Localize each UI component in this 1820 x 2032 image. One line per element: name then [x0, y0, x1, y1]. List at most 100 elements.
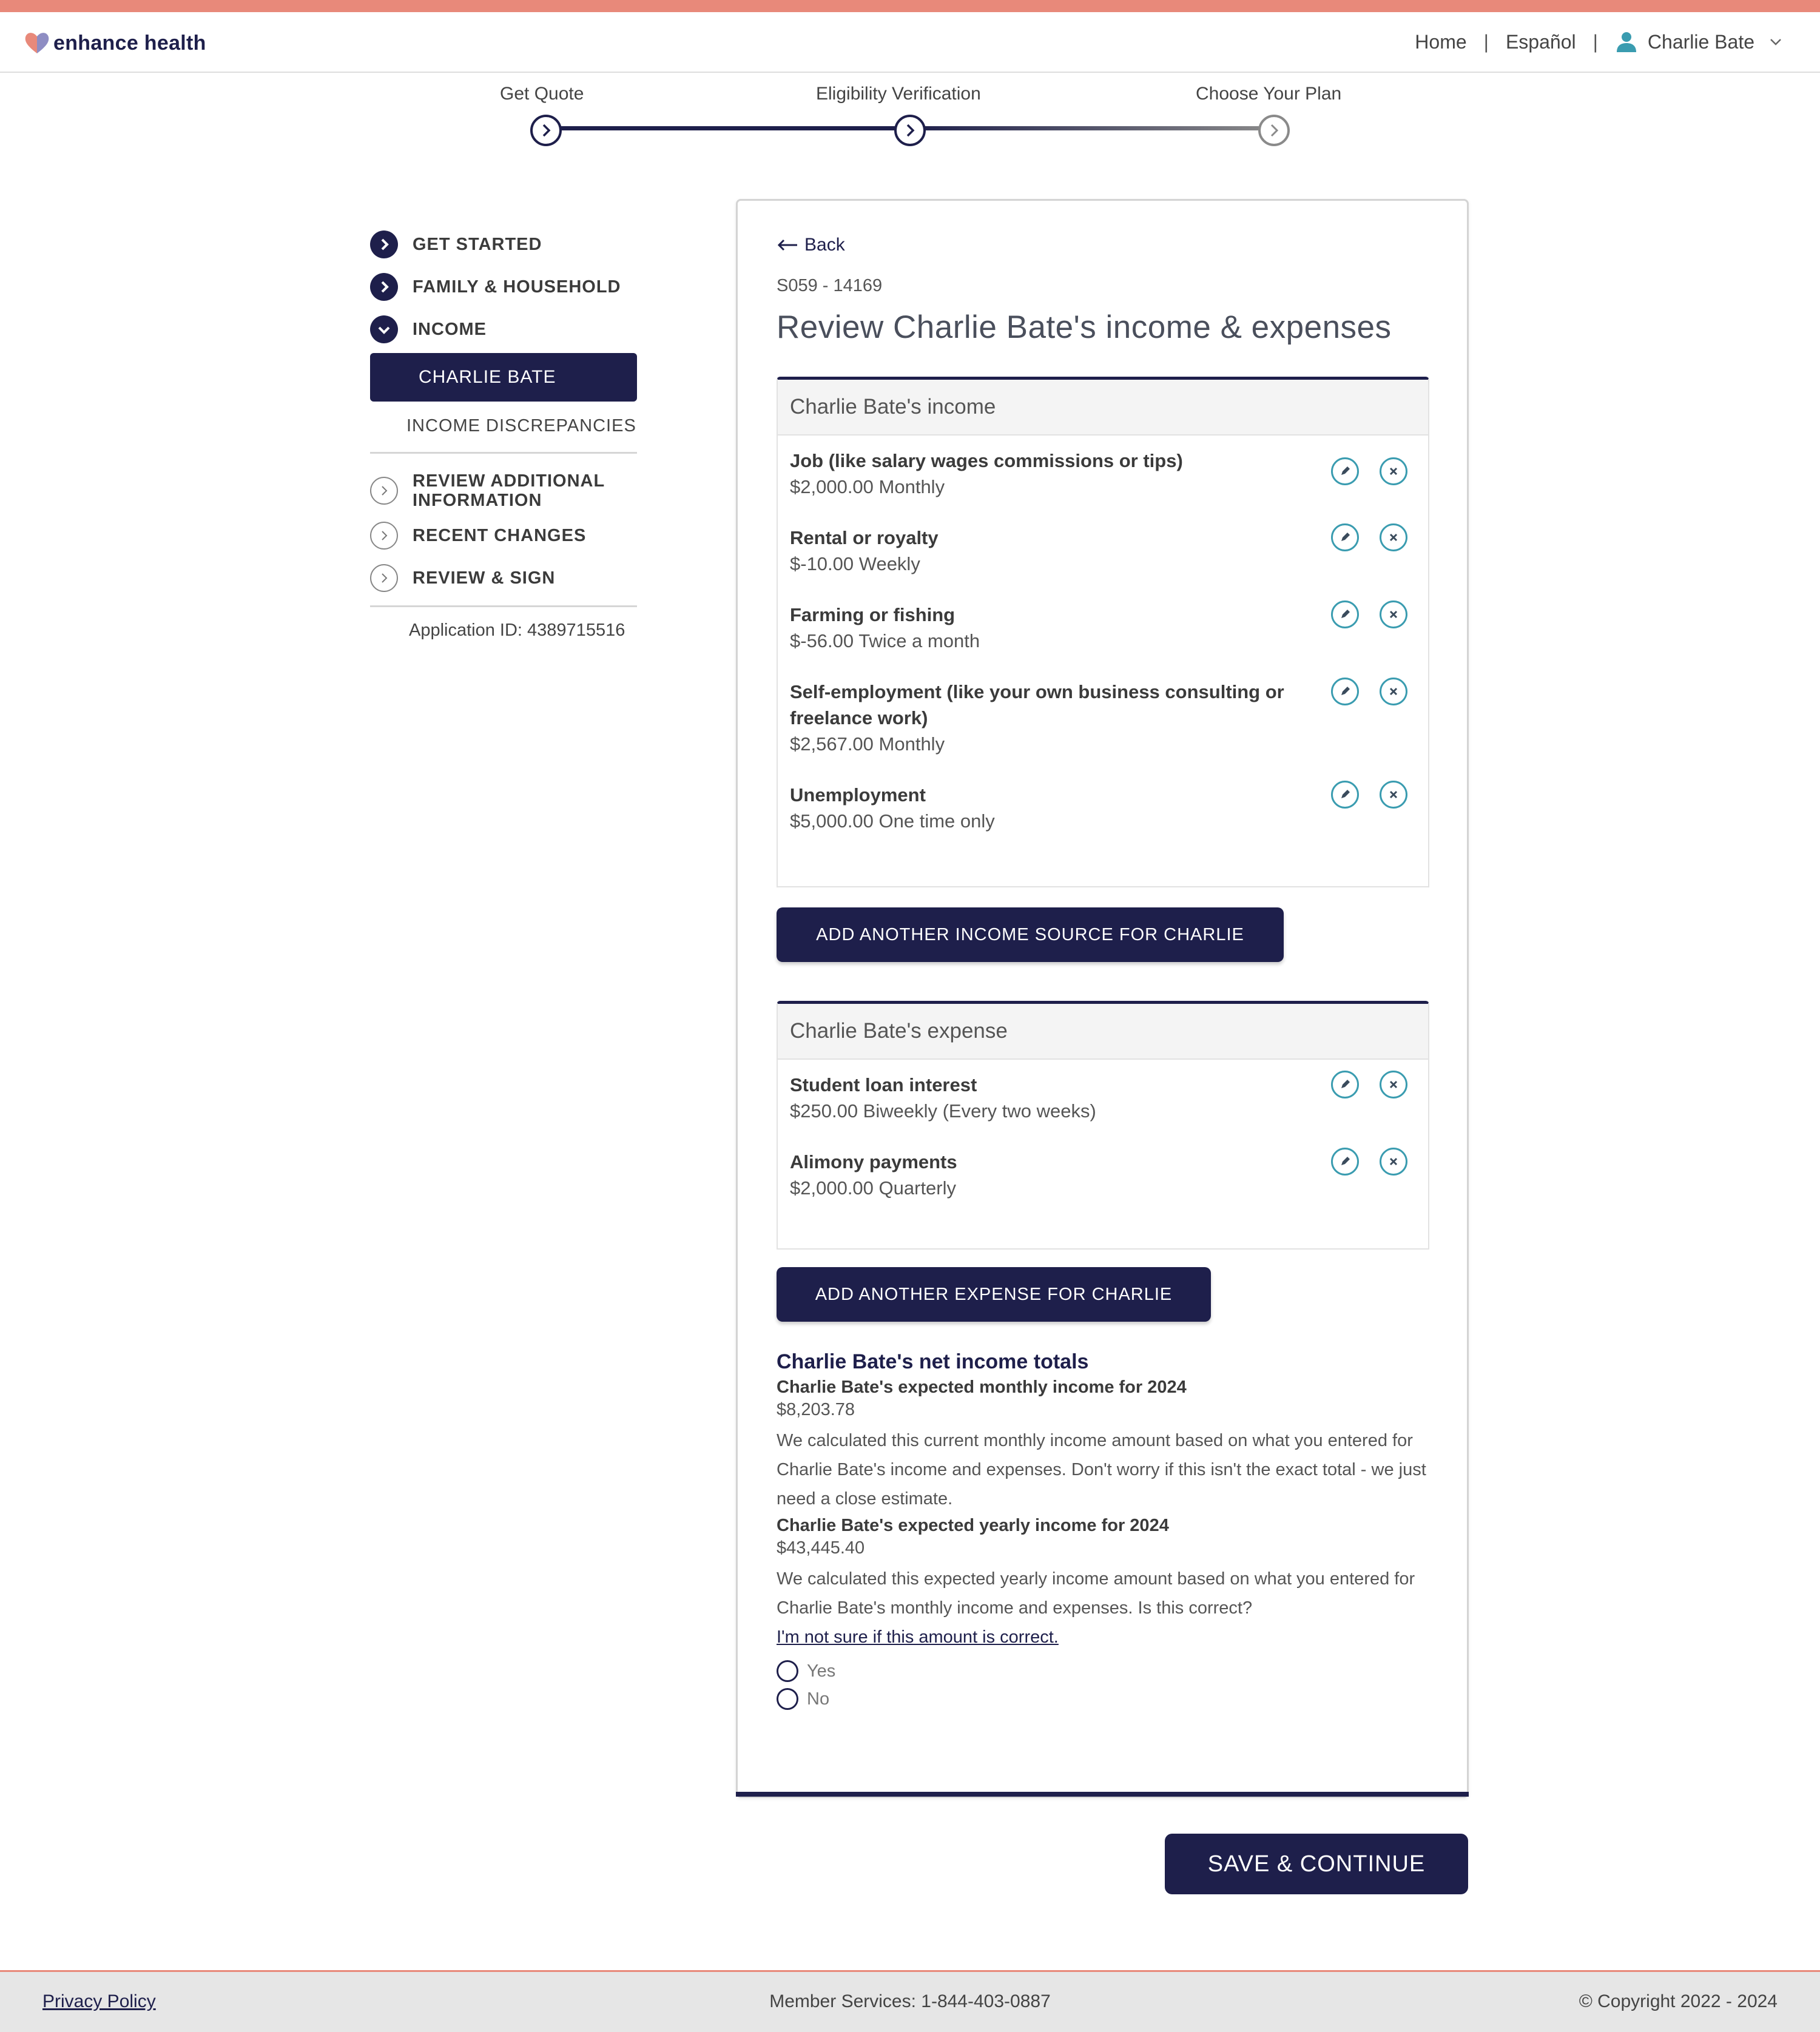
pencil-icon — [1341, 1080, 1350, 1088]
add-income-button[interactable]: ADD ANOTHER INCOME SOURCE FOR CHARLIE — [777, 907, 1284, 962]
chevron-right-icon — [370, 230, 398, 258]
brand-logo[interactable]: enhance health — [23, 29, 206, 57]
income-row: Farming or fishing $-56.00 Twice a month — [778, 601, 1428, 654]
expense-type: Student loan interest — [790, 1074, 977, 1095]
close-icon — [1389, 467, 1398, 476]
edit-button[interactable] — [1331, 601, 1359, 628]
sidebar-divider — [370, 452, 637, 454]
radio-yes[interactable]: Yes — [777, 1660, 1429, 1682]
sidebar-subitem-charlie-bate[interactable]: CHARLIE BATE — [370, 353, 637, 402]
back-label: Back — [804, 235, 845, 255]
nav-home-link[interactable]: Home — [1415, 31, 1466, 53]
nav-separator: | — [1592, 30, 1598, 53]
sidebar-item-recent-changes[interactable]: RECENT CHANGES — [370, 520, 637, 551]
nav-language-link[interactable]: Español — [1506, 31, 1576, 53]
user-name: Charlie Bate — [1647, 30, 1754, 53]
close-icon — [1389, 790, 1398, 799]
arrow-left-icon — [777, 239, 797, 251]
privacy-policy-link[interactable]: Privacy Policy — [42, 1991, 156, 2012]
heart-logo-icon — [25, 33, 49, 53]
delete-button[interactable] — [1380, 1071, 1407, 1098]
close-icon — [1389, 1080, 1398, 1089]
edit-button[interactable] — [1331, 1071, 1359, 1098]
chevron-right-icon — [370, 522, 398, 550]
application-sidebar: GET STARTED FAMILY & HOUSEHOLD INCOME CH… — [370, 229, 637, 641]
save-continue-button[interactable]: SAVE & CONTINUE — [1165, 1834, 1468, 1894]
pencil-icon — [1341, 533, 1350, 541]
sidebar-item-label: RECENT CHANGES — [413, 526, 587, 545]
unsure-amount-link[interactable]: I'm not sure if this amount is correct. — [777, 1627, 1059, 1647]
step-label-choose-plan: Choose Your Plan — [1196, 84, 1342, 104]
yearly-income-label: Charlie Bate's expected yearly income fo… — [777, 1516, 1169, 1535]
expense-amount: $2,000.00 Quarterly — [790, 1177, 957, 1199]
step-choose-plan[interactable] — [1258, 115, 1290, 146]
application-id: Application ID: 4389715516 — [409, 621, 625, 640]
sidebar-item-get-started[interactable]: GET STARTED — [370, 229, 637, 260]
sidebar-item-income[interactable]: INCOME — [370, 314, 637, 345]
delete-button[interactable] — [1380, 781, 1407, 809]
sidebar-item-review-additional[interactable]: REVIEW ADDITIONAL INFORMATION — [370, 469, 637, 512]
member-services: Member Services: 1-844-403-0887 — [769, 1991, 1051, 2011]
income-type: Farming or fishing — [790, 604, 956, 625]
radio-yes-label: Yes — [807, 1661, 836, 1681]
chevron-right-icon — [1270, 124, 1279, 137]
delete-button[interactable] — [1380, 601, 1407, 628]
user-menu[interactable]: Charlie Bate — [1615, 30, 1784, 53]
step-label-eligibility: Eligibility Verification — [816, 84, 981, 104]
edit-button[interactable] — [1331, 678, 1359, 705]
income-type: Unemployment — [790, 784, 926, 806]
row-actions — [1331, 457, 1428, 485]
delete-button[interactable] — [1380, 1148, 1407, 1176]
radio-no[interactable]: No — [777, 1688, 1429, 1710]
chevron-right-icon — [370, 273, 398, 301]
income-type: Self-employment (like your own business … — [790, 681, 1284, 728]
edit-button[interactable] — [1331, 457, 1359, 485]
edit-button[interactable] — [1331, 1148, 1359, 1176]
sidebar-item-label: INCOME — [413, 320, 487, 339]
pencil-icon — [1341, 1157, 1350, 1165]
edit-button[interactable] — [1331, 523, 1359, 551]
sidebar-item-label-line1: REVIEW ADDITIONAL — [413, 471, 605, 491]
close-icon — [1389, 533, 1398, 542]
delete-button[interactable] — [1380, 523, 1407, 551]
sidebar-subitem-income-discrepancies[interactable]: INCOME DISCREPANCIES — [370, 416, 637, 436]
delete-button[interactable] — [1380, 678, 1407, 705]
income-amount: $5,000.00 One time only — [790, 810, 995, 832]
back-link[interactable]: Back — [777, 235, 845, 255]
close-icon — [1389, 610, 1398, 619]
income-row: Unemployment $5,000.00 One time only — [778, 781, 1428, 835]
income-panel: Charlie Bate's income Job (like salary w… — [777, 377, 1429, 887]
step-get-quote[interactable] — [530, 115, 562, 146]
chevron-right-icon — [906, 124, 915, 137]
row-actions — [1331, 523, 1428, 551]
sidebar-item-review-sign[interactable]: REVIEW & SIGN — [370, 563, 637, 593]
screen-code: S059 - 14169 — [777, 276, 883, 295]
sidebar-item-label-line2: INFORMATION — [413, 491, 542, 510]
sidebar-item-label: FAMILY & HOUSEHOLD — [413, 277, 621, 297]
site-header: enhance health Home | Español | Charlie … — [0, 12, 1820, 73]
radio-circle[interactable] — [777, 1688, 798, 1710]
income-row: Self-employment (like your own business … — [778, 678, 1428, 758]
close-icon — [1389, 687, 1398, 696]
pencil-icon — [1341, 687, 1350, 695]
income-amount: $2,567.00 Monthly — [790, 733, 945, 755]
expense-row: Student loan interest $250.00 Biweekly (… — [778, 1071, 1428, 1125]
expense-type: Alimony payments — [790, 1151, 957, 1172]
radio-circle[interactable] — [777, 1660, 798, 1682]
income-amount: $-10.00 Weekly — [790, 553, 920, 574]
edit-button[interactable] — [1331, 781, 1359, 809]
monthly-income-note: We calculated this current monthly incom… — [777, 1431, 1426, 1509]
income-type: Job (like salary wages commissions or ti… — [790, 450, 1183, 471]
step-label-get-quote: Get Quote — [500, 84, 584, 104]
sidebar-divider — [370, 605, 637, 607]
sidebar-item-family-household[interactable]: FAMILY & HOUSEHOLD — [370, 272, 637, 302]
pencil-icon — [1341, 466, 1350, 475]
chevron-right-icon — [370, 564, 398, 592]
add-expense-button[interactable]: ADD ANOTHER EXPENSE FOR CHARLIE — [777, 1267, 1211, 1322]
step-eligibility[interactable] — [894, 115, 926, 146]
delete-button[interactable] — [1380, 457, 1407, 485]
copyright: © Copyright 2022 - 2024 — [1579, 1991, 1778, 2011]
monthly-income-label: Charlie Bate's expected monthly income f… — [777, 1378, 1187, 1397]
top-accent-bar — [0, 0, 1820, 12]
chevron-right-icon — [370, 477, 398, 505]
